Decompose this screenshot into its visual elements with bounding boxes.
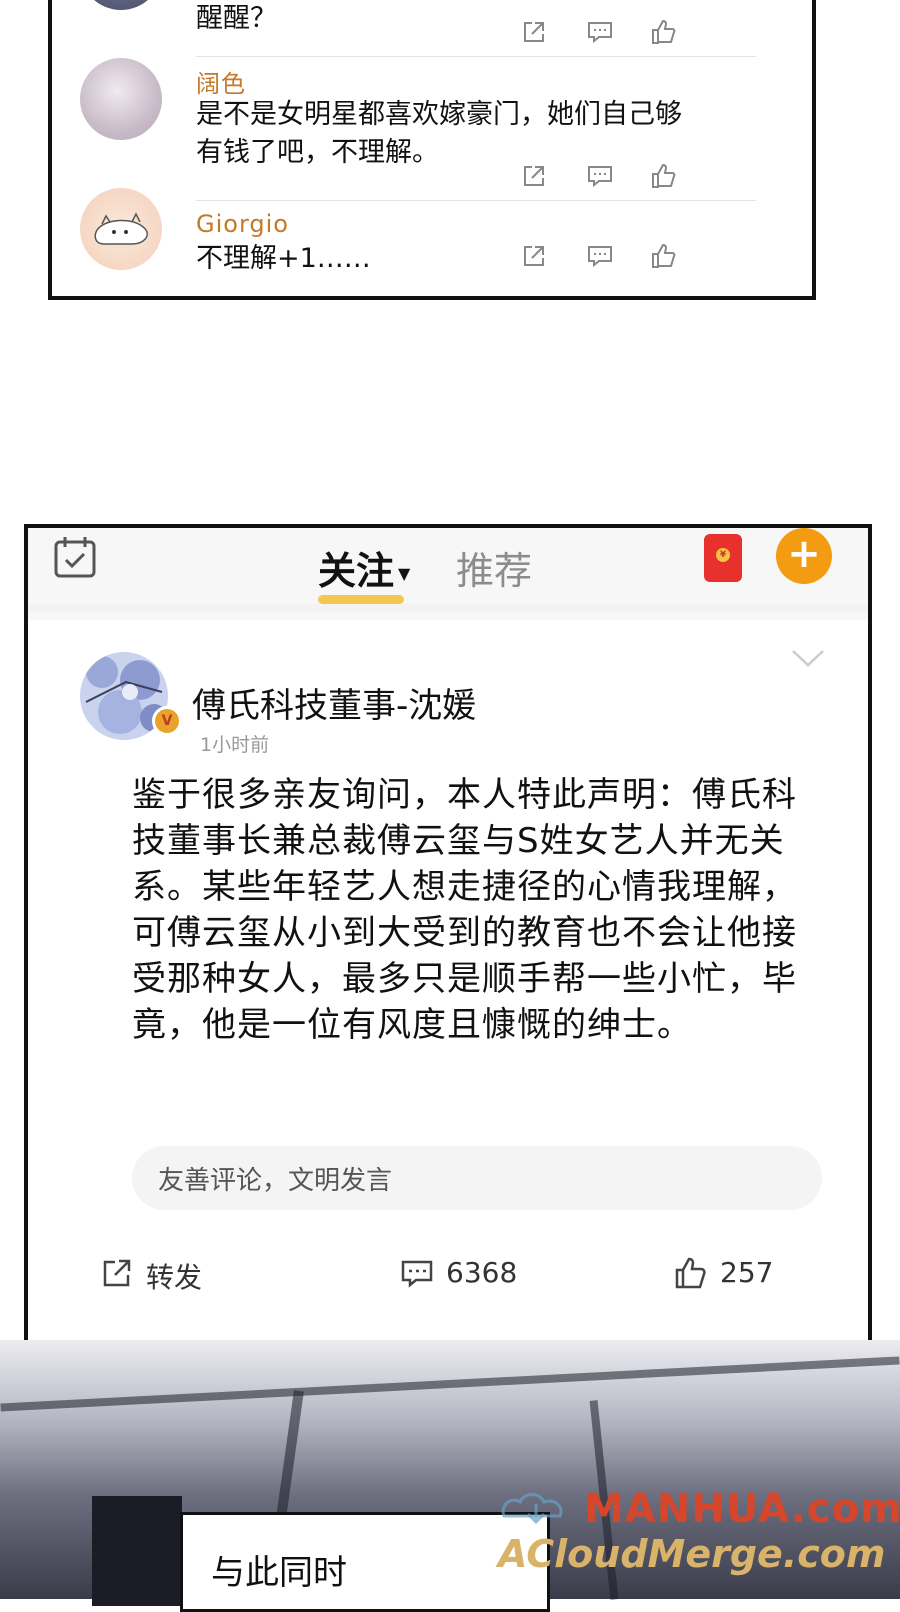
comment-username[interactable]: 阔色 (196, 64, 246, 99)
scene-beam (0, 1356, 900, 1412)
post-body: 鉴于很多亲友询问，本人特此声明：傅氏科技董事长兼总裁傅云玺与S姓女艺人并无关系。… (132, 775, 797, 1045)
comment-actions (520, 162, 700, 192)
narration-text: 与此同时 (211, 1553, 347, 1593)
share-icon (103, 1259, 131, 1287)
comment-actions (520, 18, 700, 48)
share-icon[interactable] (520, 18, 548, 46)
like-count: 257 (720, 1256, 774, 1289)
avatar[interactable] (80, 58, 162, 140)
divider (196, 56, 756, 57)
comments-panel: 醒醒？ 阔色 是不是女明星都喜欢嫁豪门，她们自己够有钱了吧，不理解。 Giorg… (48, 0, 816, 300)
comment-icon (401, 1260, 433, 1288)
post-author[interactable]: 傅氏科技董事-沈媛 (192, 678, 476, 727)
reply-icon[interactable] (586, 18, 614, 46)
avatar[interactable] (80, 188, 162, 270)
watermark: MANHUA.com ACloudMerge.com (488, 1480, 900, 1590)
like-icon[interactable] (650, 242, 678, 270)
verified-badge: V (152, 706, 182, 736)
divider (28, 604, 868, 612)
like-icon[interactable] (650, 18, 678, 46)
share-icon[interactable] (520, 242, 548, 270)
avatar[interactable] (80, 0, 162, 10)
thumbs-up-icon (675, 1257, 706, 1289)
comment-username[interactable]: Giorgio (196, 210, 289, 238)
add-button[interactable]: + (776, 528, 832, 584)
scene-shadow (92, 1496, 182, 1606)
repost-label: 转发 (146, 1261, 203, 1294)
comment-placeholder: 友善评论，文明发言 (158, 1166, 393, 1196)
divider (196, 200, 756, 201)
watermark-line-2: ACloudMerge.com (498, 1532, 886, 1576)
red-packet-icon[interactable]: ¥ (704, 534, 742, 582)
share-icon[interactable] (520, 162, 548, 190)
cat-doodle-icon (94, 212, 148, 245)
post-time: 1小时前 (200, 734, 270, 756)
tab-follow-label: 关注 (318, 549, 395, 593)
coin-icon: ¥ (716, 548, 730, 562)
tab-follow[interactable]: 关注 ▼ (318, 540, 410, 595)
tab-recommend[interactable]: 推荐 (456, 540, 532, 595)
feed-panel: 关注 ▼ 推荐 ¥ + V 傅氏科技董事-沈媛 1小时前 鉴于很多亲友询问，本人特… (24, 524, 872, 1350)
like-icon[interactable] (650, 162, 678, 190)
watermark-logo-icon (501, 1493, 563, 1525)
caret-down-icon: ▼ (398, 564, 411, 583)
post-actions: 转发 6368 257 (28, 1240, 868, 1320)
comment-actions (520, 242, 700, 272)
comment-input[interactable]: 友善评论，文明发言 (132, 1146, 822, 1210)
reply-icon[interactable] (586, 242, 614, 270)
active-tab-indicator (318, 595, 404, 604)
watermark-line-1: MANHUA.com (584, 1486, 900, 1532)
reply-icon[interactable] (586, 162, 614, 190)
comment-count: 6368 (446, 1256, 518, 1289)
chevron-down-icon[interactable] (790, 646, 826, 670)
calendar-check-icon[interactable] (52, 534, 98, 580)
comment-text: 是不是女明星都喜欢嫁豪门，她们自己够有钱了吧，不理解。 (196, 99, 682, 168)
